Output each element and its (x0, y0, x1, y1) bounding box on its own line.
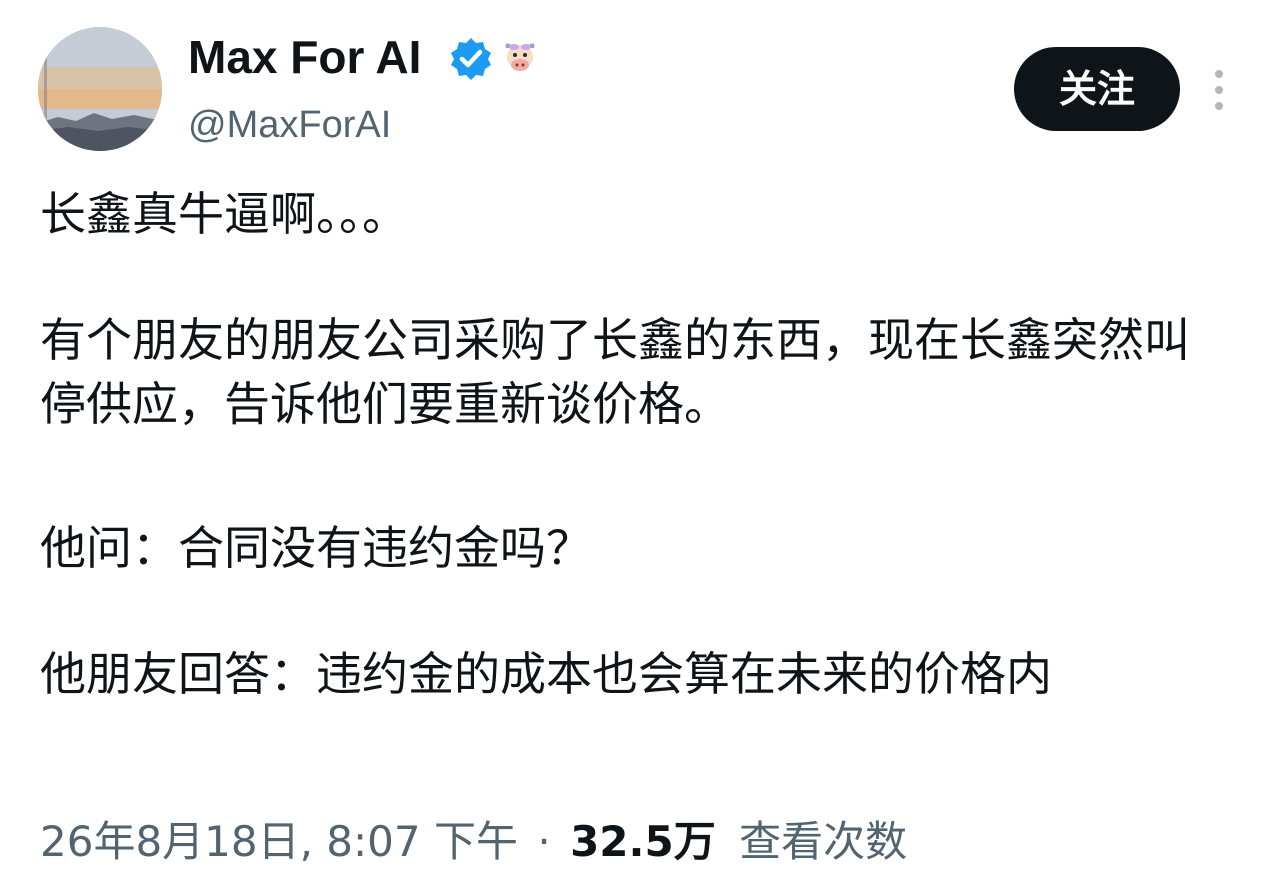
tweet-paragraph: 他问：合同没有违约金吗？ (40, 521, 592, 575)
follow-button[interactable]: 关注 (1014, 47, 1180, 131)
author-display-name[interactable]: Max For AI (188, 28, 421, 86)
avatar-landscape-image (38, 27, 162, 151)
tweet-paragraph: 长鑫真牛逼啊。。。 (40, 187, 408, 241)
tweet-timestamp[interactable]: 26年8月18日, 8:07 下午 (40, 817, 518, 866)
cow-emoji-icon (505, 43, 535, 71)
avatar[interactable] (38, 27, 162, 151)
views-label: 查看次数 (739, 817, 908, 866)
verified-badge-icon (451, 38, 491, 80)
tweet-screenshot: Max For AI @MaxForAI 关注 长鑫真牛逼啊。。。 有个朋友的朋… (0, 0, 1280, 876)
meta-separator: · (537, 817, 551, 866)
views-count: 32.5万 (570, 817, 716, 866)
tweet-paragraph: 有个朋友的朋友公司采购了长鑫的东西，现在长鑫突然叫停供应，告诉他们要重新谈价格。 (40, 313, 1190, 431)
author-handle[interactable]: @MaxForAI (188, 98, 391, 152)
tweet-metadata: 26年8月18日, 8:07 下午 · 32.5万 查看次数 (40, 812, 907, 872)
tweet-paragraph: 他朋友回答：违约金的成本也会算在未来的价格内 (40, 647, 1052, 701)
more-vertical-icon[interactable] (1206, 66, 1232, 114)
